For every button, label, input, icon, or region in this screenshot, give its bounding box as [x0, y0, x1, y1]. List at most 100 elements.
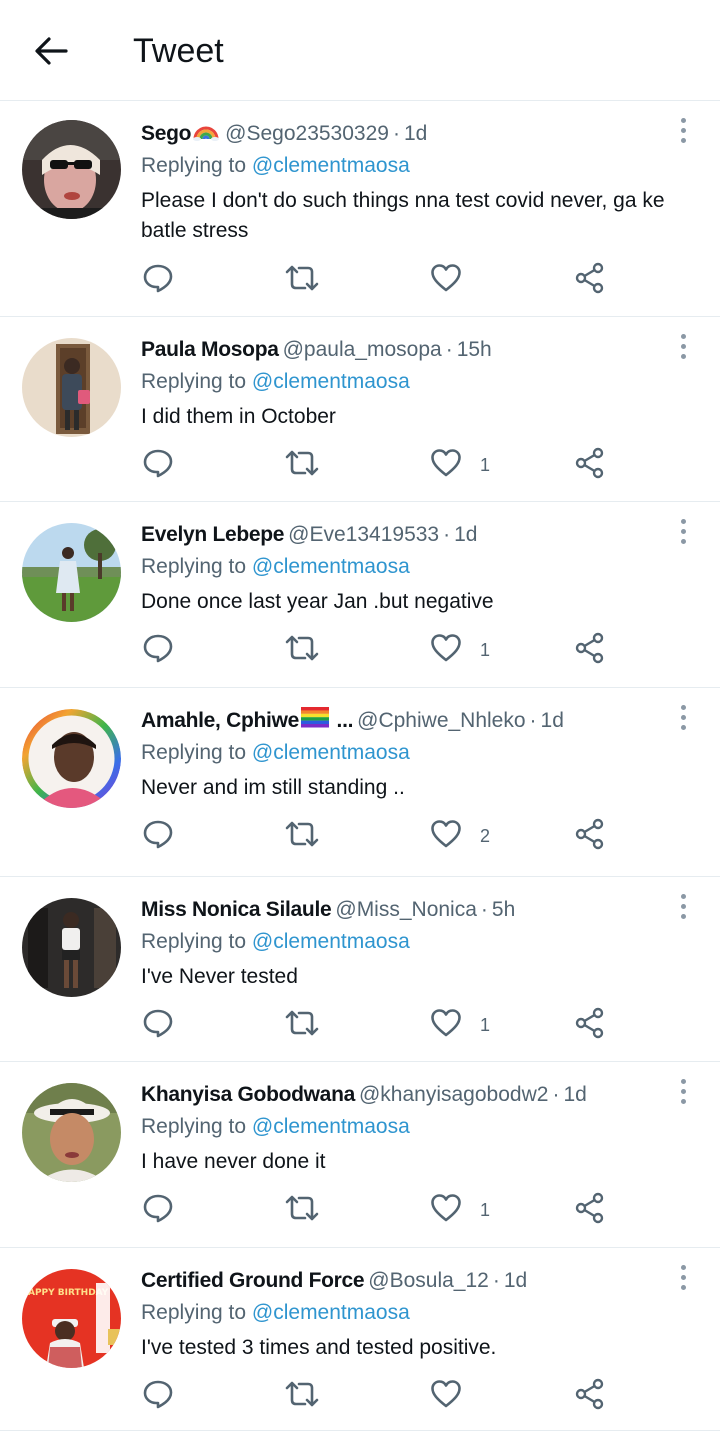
share-button[interactable]	[574, 260, 606, 300]
display-name[interactable]: Certified Ground Force	[141, 1269, 365, 1292]
more-vertical-icon	[680, 1078, 686, 1084]
more-options-button[interactable]	[672, 1262, 694, 1292]
like-count: 1	[480, 454, 491, 475]
avatar[interactable]	[22, 1083, 121, 1182]
share-button[interactable]	[574, 1190, 606, 1230]
more-options-button[interactable]	[672, 1076, 694, 1106]
tweet-actions	[0, 1376, 720, 1416]
tweet-text: Please I don't do such things nna test c…	[141, 189, 665, 242]
reply-button[interactable]	[142, 445, 174, 485]
tweet-reply[interactable]: Paula Mosopa @paula_mosopa · 15h Replying to…	[0, 317, 720, 502]
timestamp[interactable]: 1d	[563, 1083, 586, 1106]
like-button[interactable]: 2	[430, 816, 490, 856]
mention-link[interactable]: @clementmaosa	[252, 555, 410, 578]
reply-button[interactable]	[142, 1005, 174, 1045]
mention-link[interactable]: @clementmaosa	[252, 1115, 410, 1138]
share-icon	[574, 1378, 606, 1415]
share-button[interactable]	[574, 445, 606, 485]
display-name[interactable]: Evelyn Lebepe	[141, 523, 284, 546]
tweet-reply[interactable]: Amahle, Cphiwe ... @Cphiwe_Nhleko · 1d Reply…	[0, 688, 720, 877]
share-button[interactable]	[574, 630, 606, 670]
like-button[interactable]: 1	[430, 445, 490, 485]
tweet-header: Certified Ground Force @Bosula_12 · 1d	[141, 1266, 527, 1296]
reply-icon	[142, 1008, 174, 1043]
user-handle[interactable]: @Sego23530329	[225, 122, 389, 145]
top-bar: Tweet	[0, 0, 720, 101]
avatar[interactable]	[22, 898, 121, 997]
replying-to: Replying to @clementmaosa	[141, 1115, 410, 1138]
user-handle[interactable]: @Cphiwe_Nhleko	[357, 709, 525, 732]
display-name[interactable]: Paula Mosopa	[141, 338, 279, 361]
retweet-icon	[285, 1380, 319, 1413]
tweet-reply[interactable]: APPY BIRTHDAY Certified Ground Force @Bosu…	[0, 1248, 720, 1431]
timestamp[interactable]: 1d	[504, 1269, 527, 1292]
dot-separator: ·	[392, 122, 400, 146]
heart-icon	[430, 819, 462, 854]
more-options-button[interactable]	[672, 331, 694, 361]
user-handle[interactable]: @khanyisagobodw2	[359, 1083, 548, 1106]
retweet-button[interactable]	[285, 816, 319, 856]
reply-icon	[142, 263, 174, 298]
reply-button[interactable]	[142, 260, 174, 300]
retweet-button[interactable]	[285, 445, 319, 485]
timestamp[interactable]: 15h	[457, 338, 492, 361]
more-vertical-icon	[680, 704, 686, 710]
display-name[interactable]: Miss Nonica Silaule	[141, 898, 332, 921]
more-options-button[interactable]	[672, 702, 694, 732]
share-icon	[574, 262, 606, 299]
more-options-button[interactable]	[672, 891, 694, 921]
retweet-button[interactable]	[285, 260, 319, 300]
avatar[interactable]	[22, 120, 121, 219]
tweet-reply[interactable]: Evelyn Lebepe @Eve13419533 · 1d Replying to …	[0, 502, 720, 688]
replying-to: Replying to @clementmaosa	[141, 741, 410, 764]
like-button[interactable]: 1	[430, 630, 490, 670]
share-button[interactable]	[574, 816, 606, 856]
mention-link[interactable]: @clementmaosa	[252, 930, 410, 953]
rainbow-flag-emoji	[301, 706, 329, 737]
reply-button[interactable]	[142, 1376, 174, 1416]
share-button[interactable]	[574, 1376, 606, 1416]
more-options-button[interactable]	[672, 115, 694, 145]
more-options-button[interactable]	[672, 516, 694, 546]
back-button[interactable]	[30, 30, 72, 72]
heart-icon	[430, 1379, 462, 1414]
user-handle[interactable]: @Bosula_12	[368, 1269, 489, 1292]
user-handle[interactable]: @Miss_Nonica	[335, 898, 477, 921]
more-vertical-icon	[680, 333, 686, 339]
display-name[interactable]: Amahle, Cphiwe	[141, 709, 299, 732]
tweet-actions: 1	[0, 1190, 720, 1230]
timestamp[interactable]: 5h	[492, 898, 515, 921]
reply-button[interactable]	[142, 630, 174, 670]
reply-button[interactable]	[142, 1190, 174, 1230]
display-name[interactable]: Khanyisa Gobodwana	[141, 1083, 355, 1106]
user-handle[interactable]: @Eve13419533	[288, 523, 439, 546]
like-button[interactable]	[430, 1376, 480, 1416]
avatar[interactable]	[22, 709, 121, 808]
mention-link[interactable]: @clementmaosa	[252, 1301, 410, 1324]
user-handle[interactable]: @paula_mosopa	[283, 338, 442, 361]
timestamp[interactable]: 1d	[454, 523, 477, 546]
timestamp[interactable]: 1d	[404, 122, 427, 145]
tweet-reply[interactable]: Khanyisa Gobodwana @khanyisagobodw2 · 1d Rep…	[0, 1062, 720, 1248]
retweet-button[interactable]	[285, 630, 319, 670]
retweet-button[interactable]	[285, 1190, 319, 1230]
tweet-actions: 2	[0, 816, 720, 856]
mention-link[interactable]: @clementmaosa	[252, 741, 410, 764]
avatar[interactable]: APPY BIRTHDAY	[22, 1269, 121, 1368]
like-button[interactable]: 1	[430, 1005, 490, 1045]
mention-link[interactable]: @clementmaosa	[252, 154, 410, 177]
display-name[interactable]: Sego	[141, 122, 191, 145]
retweet-button[interactable]	[285, 1376, 319, 1416]
tweet-header: Evelyn Lebepe @Eve13419533 · 1d	[141, 520, 477, 550]
like-button[interactable]	[430, 260, 480, 300]
tweet-reply[interactable]: Sego @Sego23530329 · 1d Replying to @clement…	[0, 101, 720, 317]
timestamp[interactable]: 1d	[541, 709, 564, 732]
tweet-reply[interactable]: Miss Nonica Silaule @Miss_Nonica · 5h Replyi…	[0, 877, 720, 1062]
share-button[interactable]	[574, 1005, 606, 1045]
mention-link[interactable]: @clementmaosa	[252, 370, 410, 393]
avatar[interactable]	[22, 338, 121, 437]
retweet-button[interactable]	[285, 1005, 319, 1045]
like-button[interactable]: 1	[430, 1190, 490, 1230]
avatar[interactable]	[22, 523, 121, 622]
reply-button[interactable]	[142, 816, 174, 856]
